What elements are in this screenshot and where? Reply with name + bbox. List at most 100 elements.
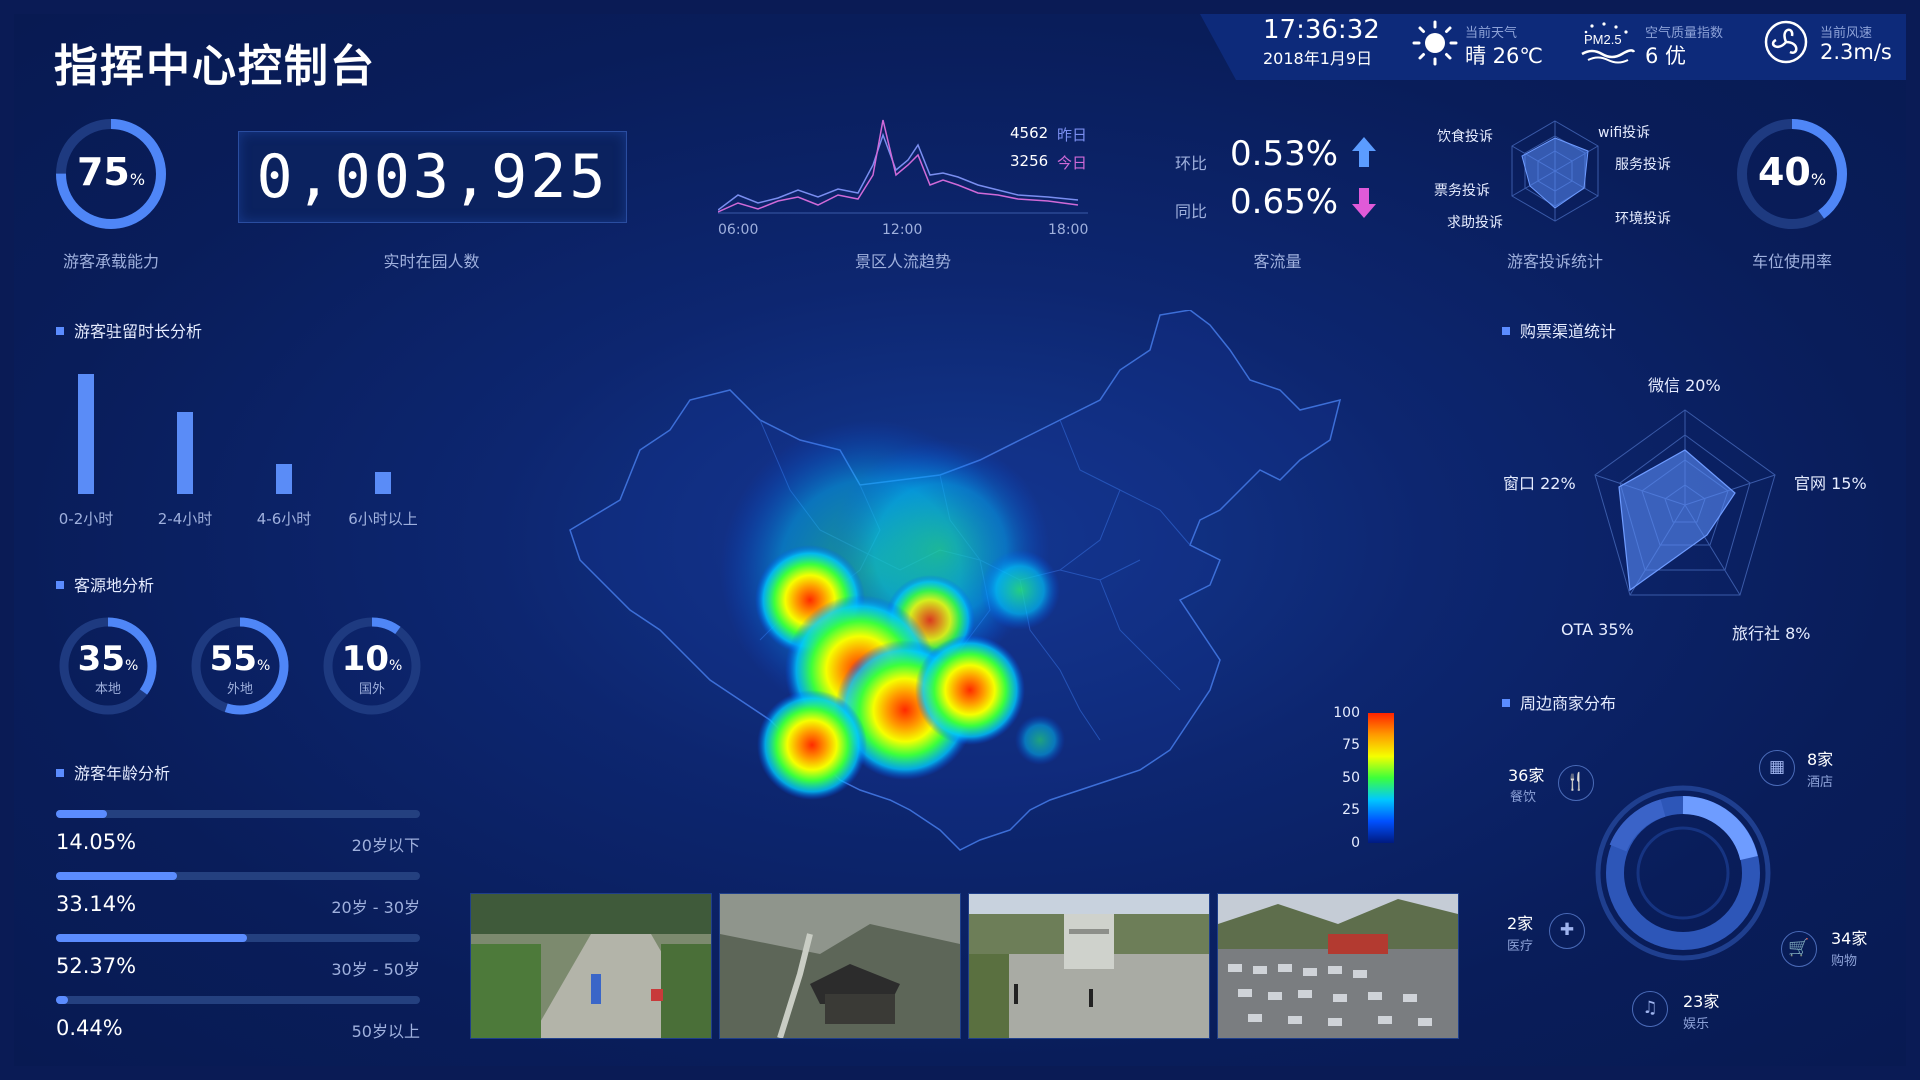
channel-label-wechat: 微信 20% bbox=[1648, 376, 1721, 395]
complaint-label-food: 饮食投诉 bbox=[1437, 129, 1493, 145]
stay-bar-label: 6小时以上 bbox=[348, 510, 418, 528]
origin-ring: 55% 外地 bbox=[188, 614, 292, 718]
age-range-label: 20岁 - 30岁 bbox=[331, 898, 420, 917]
medical-icon: ✚ bbox=[1549, 913, 1585, 949]
capacity-pct: 75% bbox=[76, 150, 146, 194]
complaint-label-wifi: wifi投诉 bbox=[1598, 125, 1651, 141]
complaint-label-env: 环境投诉 bbox=[1615, 211, 1671, 227]
clock-date: 2018年1月9日 bbox=[1263, 49, 1373, 68]
camera-feed-3[interactable] bbox=[968, 893, 1210, 1039]
complaint-label-service: 服务投诉 bbox=[1615, 157, 1671, 173]
channel-label-ota: OTA 35% bbox=[1561, 620, 1634, 639]
stay-bar-label: 0-2小时 bbox=[58, 510, 114, 528]
origin-label: 国外 bbox=[358, 682, 385, 697]
origin-section-title: 客源地分析 bbox=[56, 572, 154, 596]
age-progress-track bbox=[56, 934, 420, 942]
trend-tick-1: 12:00 bbox=[882, 222, 923, 238]
trend-today-value: 3256 bbox=[1010, 152, 1049, 170]
merchant-entertainment-count: 23家 bbox=[1683, 992, 1720, 1011]
trend-yesterday-value: 4562 bbox=[1010, 124, 1049, 142]
channel-label-website: 官网 15% bbox=[1794, 474, 1867, 493]
visitor-counter: 0,003,925 bbox=[238, 131, 627, 223]
weather-value: 晴 26℃ bbox=[1465, 44, 1543, 68]
origin-ring: 35% 本地 bbox=[56, 614, 160, 718]
age-progress-fill bbox=[56, 872, 177, 880]
trend-yesterday-label: 昨日 bbox=[1057, 126, 1088, 144]
merchant-dining-count: 36家 bbox=[1508, 766, 1545, 785]
age-pct: 52.37% bbox=[56, 954, 137, 978]
legend-tick-25: 25 bbox=[1342, 802, 1360, 818]
legend-tick-50: 50 bbox=[1342, 770, 1360, 786]
trend-tick-2: 18:00 bbox=[1048, 222, 1089, 238]
pm25-badge: PM2.5 bbox=[1584, 32, 1622, 47]
age-progress-fill bbox=[56, 996, 68, 1004]
arrow-down-icon bbox=[1350, 186, 1378, 224]
legend-tick-0: 0 bbox=[1351, 835, 1360, 851]
age-section-title: 游客年龄分析 bbox=[56, 760, 170, 784]
origin-label: 外地 bbox=[226, 682, 253, 697]
age-pct: 33.14% bbox=[56, 892, 137, 916]
page-title: 指挥中心控制台 bbox=[54, 41, 376, 92]
china-heatmap[interactable] bbox=[560, 309, 1350, 874]
camera-feed-4[interactable] bbox=[1217, 893, 1459, 1039]
camera-feed-2[interactable] bbox=[719, 893, 961, 1039]
origin-pct: 10% bbox=[341, 639, 403, 679]
complaint-label-help: 求助投诉 bbox=[1447, 215, 1503, 231]
legend-tick-75: 75 bbox=[1342, 737, 1360, 753]
age-range-label: 50岁以上 bbox=[351, 1022, 420, 1041]
complaints-radar-area bbox=[1521, 137, 1589, 209]
wind-value: 2.3m/s bbox=[1820, 40, 1892, 64]
heatmap-legend-bar bbox=[1368, 713, 1394, 843]
dining-icon: 🍴 bbox=[1558, 765, 1594, 801]
wind-label: 当前风速 bbox=[1820, 26, 1873, 41]
merchant-shopping-label: 购物 bbox=[1831, 954, 1858, 969]
stay-bar bbox=[78, 374, 94, 494]
clock-time: 17:36:32 bbox=[1263, 15, 1380, 45]
age-pct: 0.44% bbox=[56, 1016, 123, 1040]
merchants-donut bbox=[1588, 778, 1778, 972]
trend-tick-0: 06:00 bbox=[718, 222, 759, 238]
flow-label: 客流量 bbox=[1253, 252, 1302, 271]
camera-feed-1[interactable] bbox=[470, 893, 712, 1039]
origin-ring: 10% 国外 bbox=[320, 614, 424, 718]
stay-bar bbox=[375, 472, 391, 494]
arrow-up-icon bbox=[1350, 135, 1378, 173]
merchant-entertainment-label: 娱乐 bbox=[1683, 1017, 1710, 1032]
origin-label: 本地 bbox=[94, 682, 121, 697]
yoy-value: 0.65% bbox=[1230, 182, 1339, 222]
visitor-counter-label: 实时在园人数 bbox=[383, 252, 480, 271]
air-label: 空气质量指数 bbox=[1645, 26, 1724, 41]
channels-section-title: 购票渠道统计 bbox=[1502, 318, 1616, 342]
age-pct: 14.05% bbox=[56, 830, 137, 854]
shopping-cart-icon: 🛒 bbox=[1781, 931, 1817, 967]
sun-icon bbox=[1410, 18, 1460, 72]
age-progress-fill bbox=[56, 810, 108, 818]
weather-label: 当前天气 bbox=[1465, 26, 1518, 41]
channels-radar bbox=[1585, 405, 1785, 609]
entertainment-icon: ♫ bbox=[1632, 991, 1668, 1027]
capacity-label: 游客承载能力 bbox=[62, 252, 159, 271]
mom-value: 0.53% bbox=[1230, 134, 1339, 174]
air-value: 6 优 bbox=[1645, 44, 1687, 68]
age-progress-fill bbox=[56, 934, 247, 942]
stay-bar bbox=[177, 412, 193, 494]
trend-today-label: 今日 bbox=[1057, 154, 1088, 172]
stay-bar-label: 4-6小时 bbox=[256, 510, 312, 528]
stay-bar-label: 2-4小时 bbox=[157, 510, 213, 528]
complaint-label-ticket: 票务投诉 bbox=[1434, 183, 1490, 199]
stay-bar bbox=[276, 464, 292, 494]
complaints-label: 游客投诉统计 bbox=[1506, 252, 1603, 271]
origin-pct: 35% bbox=[77, 639, 139, 679]
mom-label: 环比 bbox=[1175, 154, 1208, 173]
merchant-hotel-label: 酒店 bbox=[1807, 775, 1834, 790]
air-quality-icon: PM2.5 bbox=[1578, 20, 1636, 64]
age-range-label: 30岁 - 50岁 bbox=[331, 960, 420, 979]
complaints-radar bbox=[1500, 116, 1610, 230]
merchant-hotel-count: 8家 bbox=[1807, 750, 1834, 769]
yoy-label: 同比 bbox=[1175, 202, 1208, 221]
channel-label-window: 窗口 22% bbox=[1503, 474, 1576, 493]
trend-label: 景区人流趋势 bbox=[854, 252, 951, 271]
parking-label: 车位使用率 bbox=[1751, 252, 1832, 271]
age-range-label: 20岁以下 bbox=[351, 836, 420, 855]
stay-section-title: 游客驻留时长分析 bbox=[56, 318, 202, 342]
